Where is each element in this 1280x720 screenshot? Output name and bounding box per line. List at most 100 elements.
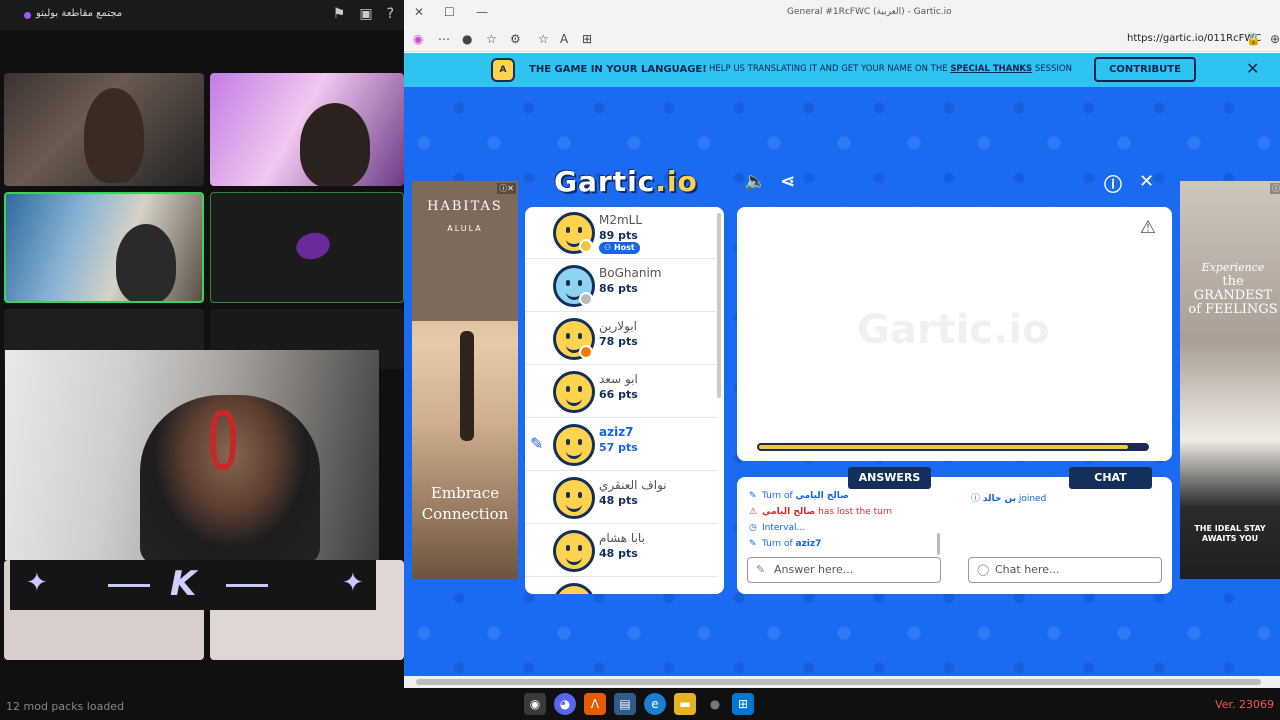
player-row[interactable]: بابا هشام 48 pts (525, 525, 718, 577)
store-icon[interactable]: ▤ (614, 693, 636, 715)
contribute-button[interactable]: CONTRIBUTE (1094, 57, 1196, 82)
screen-share-icon[interactable]: ▣ (359, 6, 372, 22)
folder-icon[interactable]: ▬ (674, 693, 696, 715)
pencil-icon: ✎ (749, 491, 757, 501)
report-warning-icon[interactable]: ⚠ (1140, 217, 1156, 238)
obs-icon[interactable]: ◉ (524, 693, 546, 715)
close-banner-icon[interactable]: ✕ (1246, 59, 1259, 78)
canvas-watermark: Gartic.io (857, 307, 1050, 353)
gartic-logo: Gartic.io (554, 165, 698, 198)
player-avatar (553, 477, 595, 519)
player-points: 48 pts (599, 547, 638, 560)
answer-input[interactable]: ✎ Answer here... (747, 557, 941, 583)
player-row[interactable]: M2mLL 89 pts ⚇ Host (525, 207, 718, 259)
player-row[interactable] (525, 578, 718, 594)
player-avatar (553, 371, 595, 413)
streamer-webcam (5, 350, 379, 560)
player-name: ابولارين (599, 319, 637, 333)
log-entry: ⚠ صالح اليامي has lost the turn (749, 507, 893, 517)
participant-video-3[interactable] (4, 192, 204, 303)
star-icon[interactable]: ☆ (538, 32, 549, 46)
discord-icon[interactable]: ◕ (554, 693, 576, 715)
copilot-icon[interactable]: ◉ (413, 32, 423, 46)
player-row[interactable]: ابو سعد 66 pts (525, 366, 718, 418)
status-dot (579, 345, 593, 359)
apps-icon[interactable]: ⊞ (582, 32, 592, 46)
turn-timer (757, 443, 1149, 451)
tab-chat[interactable]: CHAT (1069, 467, 1152, 489)
ad-brand: HABITAS (427, 199, 503, 214)
player-row[interactable]: BoGhanim 86 pts (525, 260, 718, 312)
right-ad[interactable]: ⓘ Experience the GRANDEST of FEELINGS THE … (1180, 181, 1280, 579)
live-indicator (24, 12, 31, 19)
maximize-icon[interactable]: ☐ (444, 5, 455, 19)
share-icon[interactable]: ⋖ (780, 171, 795, 192)
player-points: 78 pts (599, 335, 638, 348)
log-entry: ◷ Interval... (749, 523, 806, 533)
player-points: 57 pts (599, 441, 638, 454)
player-row-drawing[interactable]: ✎ aziz7 57 pts (525, 419, 718, 471)
info-icon[interactable]: ⓘ (1104, 171, 1122, 197)
status-dot (579, 239, 593, 253)
pencil-icon: ✎ (530, 434, 544, 453)
ad-headline: Experience the GRANDEST of FEELINGS (1188, 261, 1278, 317)
help-icon[interactable]: ? (387, 6, 394, 22)
player-row[interactable]: ابولارين 78 pts (525, 313, 718, 365)
windows-icon[interactable]: ⊞ (732, 693, 754, 715)
profile-icon[interactable]: ● (462, 32, 472, 46)
ad-info-icon[interactable]: ⓘ (1270, 183, 1280, 194)
status-dot (579, 292, 593, 306)
participant-video-4[interactable] (210, 192, 404, 303)
participant-video-1[interactable] (4, 73, 204, 186)
exit-icon[interactable]: ✕ (1139, 171, 1154, 192)
log-entry: ✎ Turn of صالح اليامي (749, 491, 849, 501)
more-icon[interactable]: ⋯ (438, 32, 450, 46)
sidebar-icon[interactable]: ⊕ (1270, 32, 1280, 46)
close-window-icon[interactable]: ✕ (414, 5, 424, 19)
left-ad[interactable]: ⓘ✕ HABITAS ALULA Embrace Connection (412, 181, 518, 579)
read-aloud-icon[interactable]: A (560, 32, 568, 46)
dot-icon[interactable]: ● (704, 693, 726, 715)
player-row[interactable]: نواف العنقري 48 pts (525, 472, 718, 524)
answers-scrollbar[interactable] (937, 533, 940, 555)
player-name: M2mLL (599, 213, 643, 227)
desktop: مجتمع مقاطعة بوليتو ⚑ ▣ ? ✦ K ✦ 12 mod p… (0, 0, 1280, 720)
channel-logo-icon (293, 229, 333, 263)
special-thanks-link[interactable]: SPECIAL THANKS (950, 64, 1032, 74)
info-icon: ⓘ (971, 494, 981, 504)
player-points: 89 pts (599, 229, 638, 242)
sound-icon[interactable]: 🔈 (744, 171, 766, 192)
tab-answers[interactable]: ANSWERS (848, 467, 931, 489)
horizontal-scrollbar[interactable] (404, 676, 1280, 688)
title-bar: ✕ ☐ — General #1RcFWC (العربية) - Gartic… (404, 0, 1280, 28)
favorites-icon[interactable]: ☆ (486, 32, 497, 46)
player-avatar (553, 583, 595, 594)
ad-info-icon[interactable]: ⓘ✕ (497, 183, 516, 194)
flag-icon[interactable]: ⚑ (333, 6, 346, 22)
player-avatar (553, 424, 595, 466)
chat-bubble-icon: ◯ (977, 563, 990, 576)
url-field[interactable]: https://gartic.io/011RcFWC (1127, 33, 1261, 44)
player-points: 66 pts (599, 388, 638, 401)
app-icon[interactable]: Λ (584, 693, 606, 715)
drawing-canvas[interactable]: Gartic.io ⚠ (737, 207, 1172, 461)
address-bar: ◉ ⋯ ● ☆ ⚙ ☆ A ⊞ https://gartic.io/011RcF… (404, 28, 1280, 52)
player-name: ابو سعد (599, 372, 638, 386)
tracking-icon[interactable]: ⚙ (510, 32, 521, 46)
stream-toolbar: مجتمع مقاطعة بوليتو ⚑ ▣ ? (0, 0, 404, 30)
edge-icon[interactable]: e (644, 693, 666, 715)
player-points: 48 pts (599, 494, 638, 507)
chat-input[interactable]: ◯ Chat here... (968, 557, 1162, 583)
player-name: BoGhanim (599, 266, 662, 280)
participant-video-2[interactable] (210, 73, 404, 186)
pencil-icon: ✎ (756, 563, 766, 576)
taskbar: ◉ ◕ Λ ▤ e ▬ ● ⊞ Ver. 23069 (404, 688, 1280, 720)
player-points: 86 pts (599, 282, 638, 295)
answers-log: ✎ Turn of صالح اليامي ⚠ صالح اليامي has lo… (749, 491, 947, 555)
clock-icon: ◷ (749, 523, 757, 533)
turn-timer-fill (759, 445, 1128, 449)
banner-headline: THE GAME IN YOUR LANGUAGE! (529, 64, 707, 75)
ad-sub: ALULA (447, 224, 483, 233)
minimize-icon[interactable]: — (476, 5, 488, 19)
room-title: مجتمع مقاطعة بوليتو (36, 8, 123, 19)
